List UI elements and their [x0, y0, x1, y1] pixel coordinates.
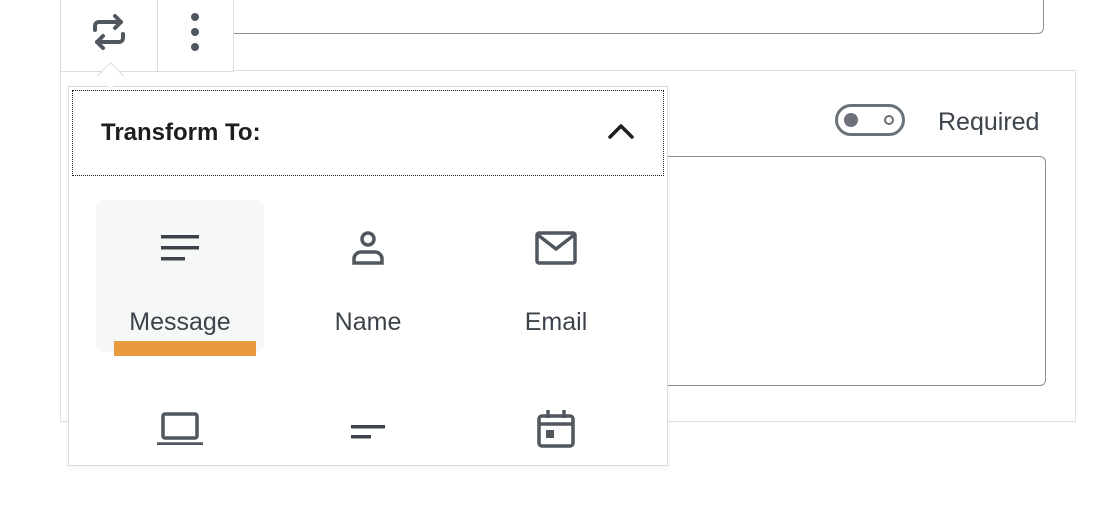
chevron-up-icon[interactable]	[607, 121, 635, 146]
short-lines-icon	[351, 408, 385, 448]
transform-option-message[interactable]: Message	[96, 200, 264, 352]
transform-option-date[interactable]	[472, 380, 640, 532]
calendar-icon	[537, 408, 575, 448]
block-toolbar	[60, 0, 234, 72]
laptop-icon	[155, 408, 205, 448]
text-lines-icon	[161, 228, 199, 268]
transform-option-email[interactable]: Email	[472, 200, 640, 352]
more-options-button[interactable]	[158, 0, 233, 71]
option-label: Message	[129, 308, 231, 336]
popover-header[interactable]: Transform To:	[72, 90, 664, 176]
option-label: Email	[524, 308, 588, 336]
transform-option-name[interactable]: Name	[284, 200, 452, 352]
textarea-field[interactable]	[640, 156, 1046, 386]
person-icon	[350, 228, 386, 268]
option-label: Name	[334, 308, 402, 336]
vertical-ellipsis-icon	[190, 12, 200, 57]
transform-option-website[interactable]	[96, 380, 264, 532]
toggle-off-indicator	[884, 115, 894, 125]
envelope-icon	[535, 228, 577, 268]
transform-button[interactable]	[61, 0, 158, 71]
transform-arrows-icon	[89, 14, 129, 55]
text-input-field[interactable]	[230, 0, 1044, 34]
active-option-highlight	[114, 341, 256, 356]
required-toggle[interactable]	[835, 104, 905, 136]
toggle-knob	[844, 113, 858, 127]
transform-option-textarea[interactable]	[284, 380, 452, 532]
popover-title: Transform To:	[101, 119, 261, 146]
required-label: Required	[938, 108, 1040, 136]
